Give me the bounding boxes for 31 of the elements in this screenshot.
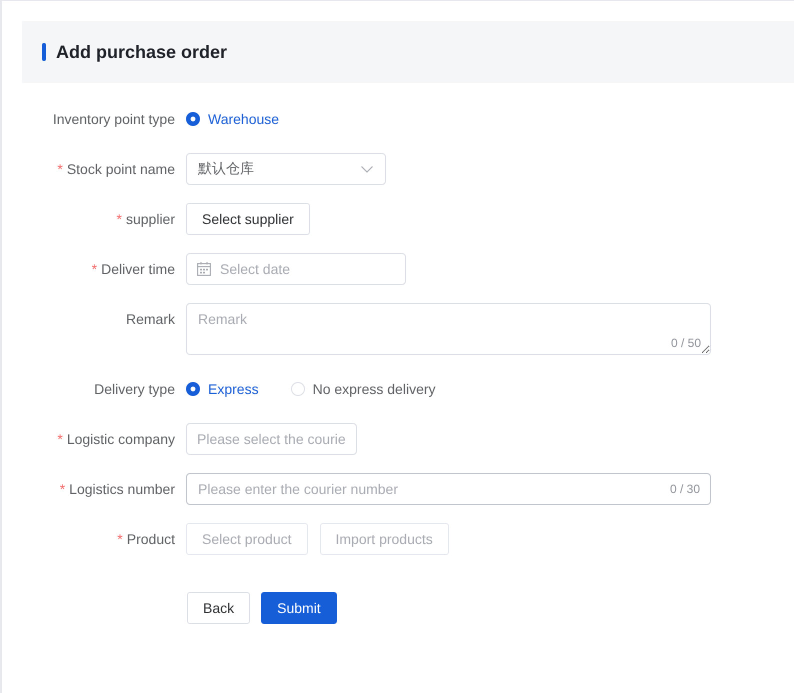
select-field[interactable]: 默认仓库	[186, 153, 386, 185]
field-label: Inventory point type	[52, 111, 175, 127]
field-label: Logistic company	[66, 431, 175, 447]
radio-label[interactable]: Warehouse	[208, 109, 280, 129]
back-button[interactable]: Back	[187, 592, 250, 624]
radio-label[interactable]: Express	[208, 379, 259, 399]
page-title: Add purchase order	[56, 42, 228, 62]
field-label: Stock point name	[66, 161, 175, 177]
field-label: Delivery type	[94, 381, 175, 397]
required-asterisk: *	[60, 481, 66, 497]
character-count: 0 / 30	[670, 482, 700, 496]
required-asterisk: *	[57, 431, 63, 447]
required-asterisk: *	[117, 531, 123, 547]
field-label: Deliver time	[101, 261, 175, 277]
date-field[interactable]: Select date	[186, 253, 406, 285]
field-label: Remark	[126, 311, 175, 327]
chevron-down-icon	[361, 166, 373, 172]
accent-bar	[42, 43, 46, 61]
required-asterisk: *	[92, 261, 98, 277]
radio-button[interactable]	[186, 382, 200, 396]
submit-button[interactable]: Submit	[261, 592, 337, 624]
radio-button[interactable]	[186, 112, 200, 126]
required-asterisk: *	[116, 211, 122, 227]
field-label: Product	[126, 531, 175, 547]
field-label: supplier	[126, 211, 175, 227]
character-count: 0 / 50	[670, 336, 701, 350]
form-button[interactable]: Select supplier	[186, 203, 310, 235]
field-label: Logistics number	[69, 481, 175, 497]
required-asterisk: *	[57, 161, 63, 177]
calendar-icon	[197, 262, 211, 276]
radio-label[interactable]: No express delivery	[312, 379, 436, 399]
